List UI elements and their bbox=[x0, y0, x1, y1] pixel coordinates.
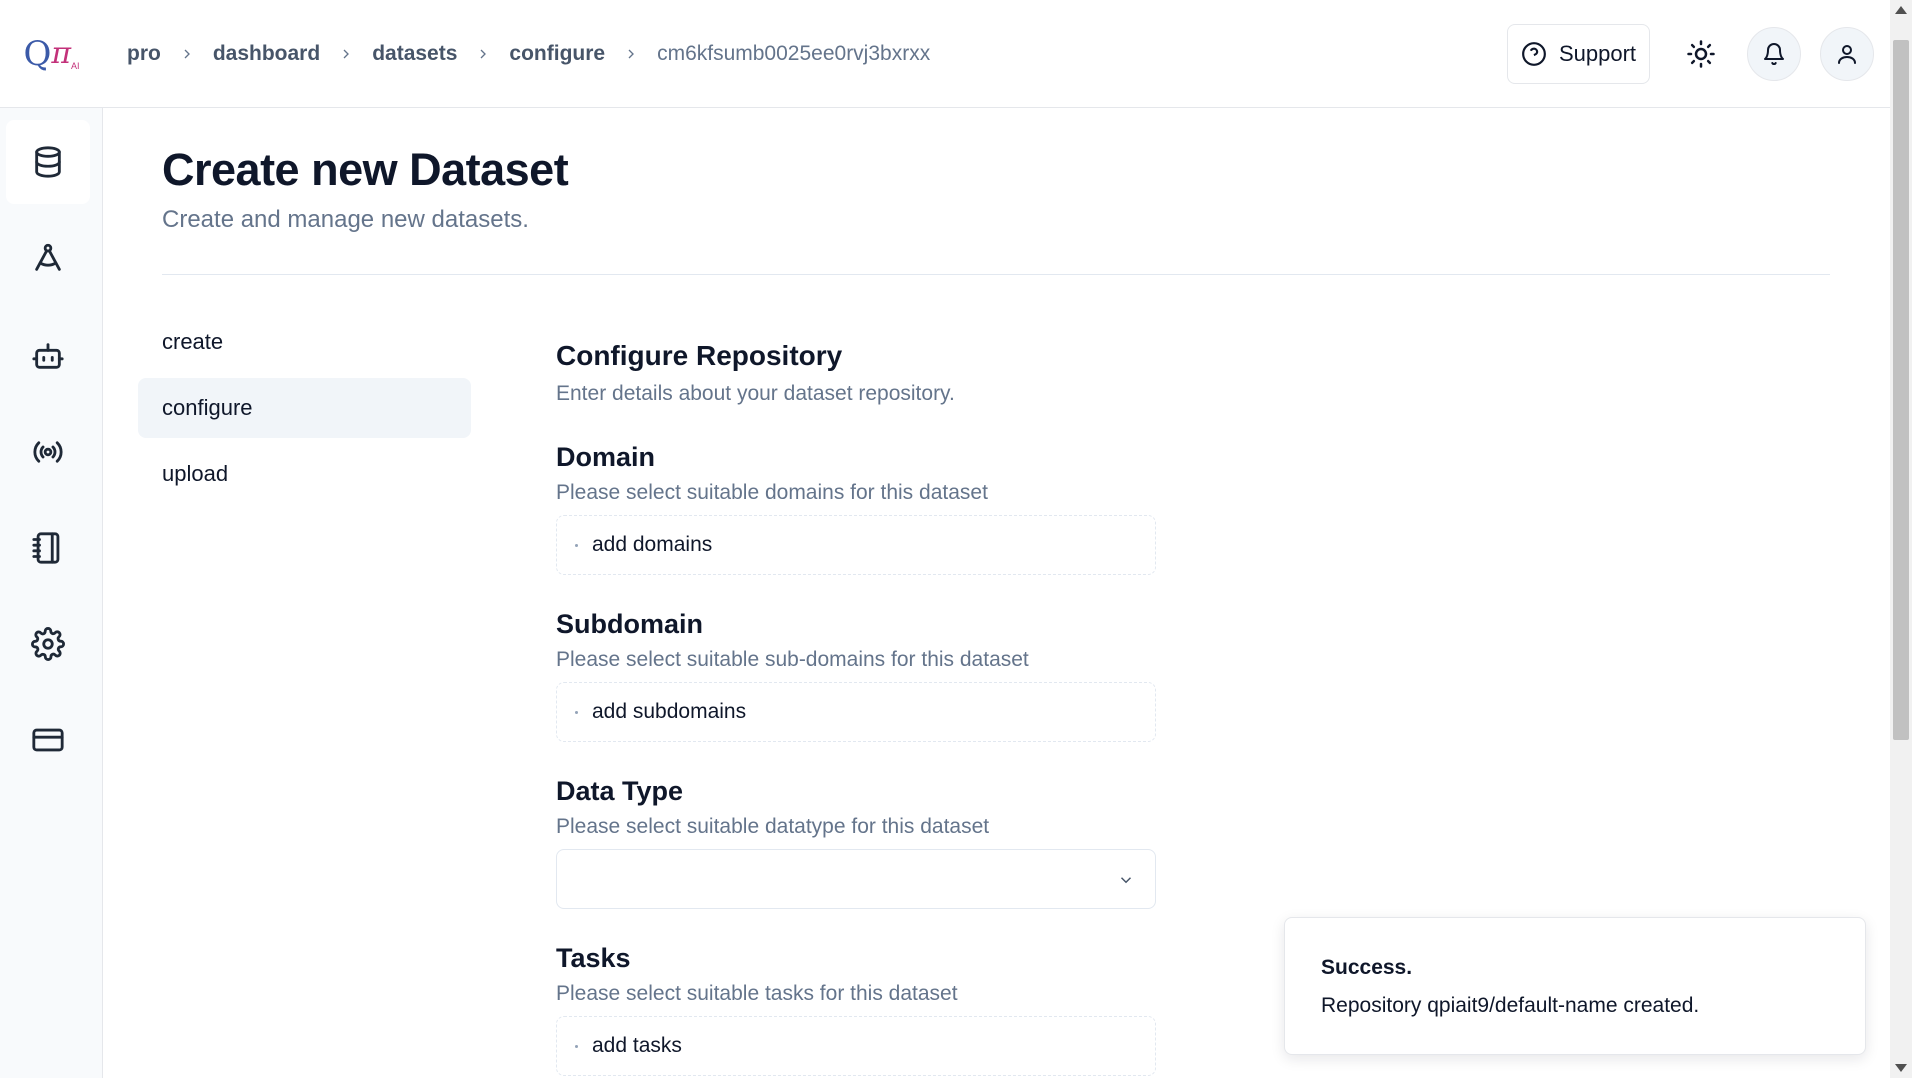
chevron-right-icon bbox=[161, 46, 213, 62]
support-button[interactable]: Support bbox=[1507, 24, 1650, 84]
header-divider bbox=[162, 274, 1830, 275]
notebook-icon bbox=[32, 532, 60, 564]
subnav-item-configure[interactable]: configure bbox=[138, 378, 471, 438]
rail-item-settings[interactable] bbox=[6, 602, 90, 686]
user-menu-button[interactable] bbox=[1820, 27, 1874, 81]
page-title: Create new Dataset bbox=[162, 144, 569, 195]
domain-field: Domain Please select suitable domains fo… bbox=[556, 442, 1156, 575]
breadcrumb-datasets[interactable]: datasets bbox=[372, 42, 457, 66]
domain-placeholder: add domains bbox=[592, 533, 713, 556]
bullet-icon bbox=[575, 1044, 578, 1048]
logo-ai: AI bbox=[71, 61, 80, 71]
domain-tag-input[interactable]: add domains bbox=[556, 515, 1156, 575]
user-icon bbox=[1838, 45, 1856, 64]
page-subtitle: Create and manage new datasets. bbox=[162, 206, 529, 233]
domain-label: Domain bbox=[556, 442, 656, 472]
chevron-right-icon bbox=[457, 46, 509, 62]
datatype-description: Please select suitable datatype for this… bbox=[556, 815, 990, 838]
subdomain-placeholder: add subdomains bbox=[592, 700, 747, 723]
subdomain-label: Subdomain bbox=[556, 609, 703, 639]
help-circle-icon bbox=[1522, 42, 1546, 66]
breadcrumb-dashboard[interactable]: dashboard bbox=[213, 42, 320, 66]
rail-item-broadcast[interactable] bbox=[6, 410, 90, 494]
form-title: Configure Repository bbox=[556, 340, 843, 371]
rail-item-datasets[interactable] bbox=[6, 120, 90, 204]
scroll-up-arrow-icon[interactable] bbox=[1895, 6, 1907, 14]
toast-message: Repository qpiait9/default-name created. bbox=[1321, 994, 1700, 1017]
breadcrumb-pro[interactable]: pro bbox=[127, 42, 161, 66]
tasks-description: Please select suitable tasks for this da… bbox=[556, 982, 958, 1005]
bullet-icon bbox=[575, 710, 578, 714]
support-label: Support bbox=[1558, 41, 1637, 66]
subdomain-field: Subdomain Please select suitable sub-dom… bbox=[556, 609, 1156, 742]
subdomain-description: Please select suitable sub-domains for t… bbox=[556, 648, 1029, 671]
breadcrumb-current-id: cm6kfsumb0025ee0rvj3bxrxx bbox=[657, 42, 931, 65]
domain-description: Please select suitable domains for this … bbox=[556, 481, 988, 504]
success-toast[interactable]: Success. Repository qpiait9/default-name… bbox=[1284, 917, 1866, 1055]
logo-pi: π bbox=[51, 36, 72, 71]
datatype-field: Data Type Please select suitable datatyp… bbox=[556, 776, 1156, 909]
breadcrumb-configure[interactable]: configure bbox=[509, 42, 605, 66]
subdomain-tag-input[interactable]: add subdomains bbox=[556, 682, 1156, 742]
breadcrumb: pro dashboard datasets configure cm6kfsu… bbox=[127, 0, 930, 108]
radio-icon bbox=[33, 441, 63, 463]
scrollbar-thumb[interactable] bbox=[1893, 40, 1909, 740]
top-bar: pro dashboard datasets configure cm6kfsu… bbox=[103, 0, 1890, 108]
configure-form: Configure Repository Enter details about… bbox=[556, 340, 1156, 1076]
app-logo[interactable]: Q π AI bbox=[0, 0, 103, 108]
datatype-select[interactable] bbox=[556, 849, 1156, 909]
page-scrollbar[interactable] bbox=[1890, 0, 1912, 1078]
tasks-label: Tasks bbox=[556, 943, 631, 973]
compass-icon bbox=[35, 243, 61, 271]
tasks-field: Tasks Please select suitable tasks for t… bbox=[556, 943, 1156, 1076]
rail-item-design[interactable] bbox=[6, 216, 90, 300]
toast-title: Success. bbox=[1321, 956, 1413, 979]
left-rail: Q π AI bbox=[0, 0, 103, 1078]
chevron-down-icon bbox=[1120, 877, 1132, 884]
sun-icon bbox=[1687, 40, 1715, 68]
rail-item-agents[interactable] bbox=[6, 314, 90, 398]
bullet-icon bbox=[575, 543, 578, 547]
chevron-right-icon bbox=[605, 46, 657, 62]
bot-icon bbox=[32, 343, 64, 369]
database-icon bbox=[35, 146, 61, 178]
notifications-button[interactable] bbox=[1747, 27, 1801, 81]
tasks-placeholder: add tasks bbox=[592, 1034, 682, 1057]
theme-toggle-button[interactable] bbox=[1674, 27, 1728, 81]
form-description: Enter details about your dataset reposit… bbox=[556, 382, 955, 405]
datatype-label: Data Type bbox=[556, 776, 684, 806]
subnav-item-upload[interactable]: upload bbox=[138, 444, 471, 504]
scroll-down-arrow-icon[interactable] bbox=[1895, 1064, 1907, 1072]
logo-q: Q bbox=[23, 33, 52, 74]
tasks-tag-input[interactable]: add tasks bbox=[556, 1016, 1156, 1076]
rail-item-billing[interactable] bbox=[6, 698, 90, 782]
settings-icon bbox=[31, 627, 65, 661]
chevron-right-icon bbox=[320, 46, 372, 62]
credit-card-icon bbox=[32, 728, 64, 752]
subnav-item-create[interactable]: create bbox=[138, 312, 471, 372]
rail-item-notebooks[interactable] bbox=[6, 506, 90, 590]
bell-icon bbox=[1764, 43, 1784, 66]
